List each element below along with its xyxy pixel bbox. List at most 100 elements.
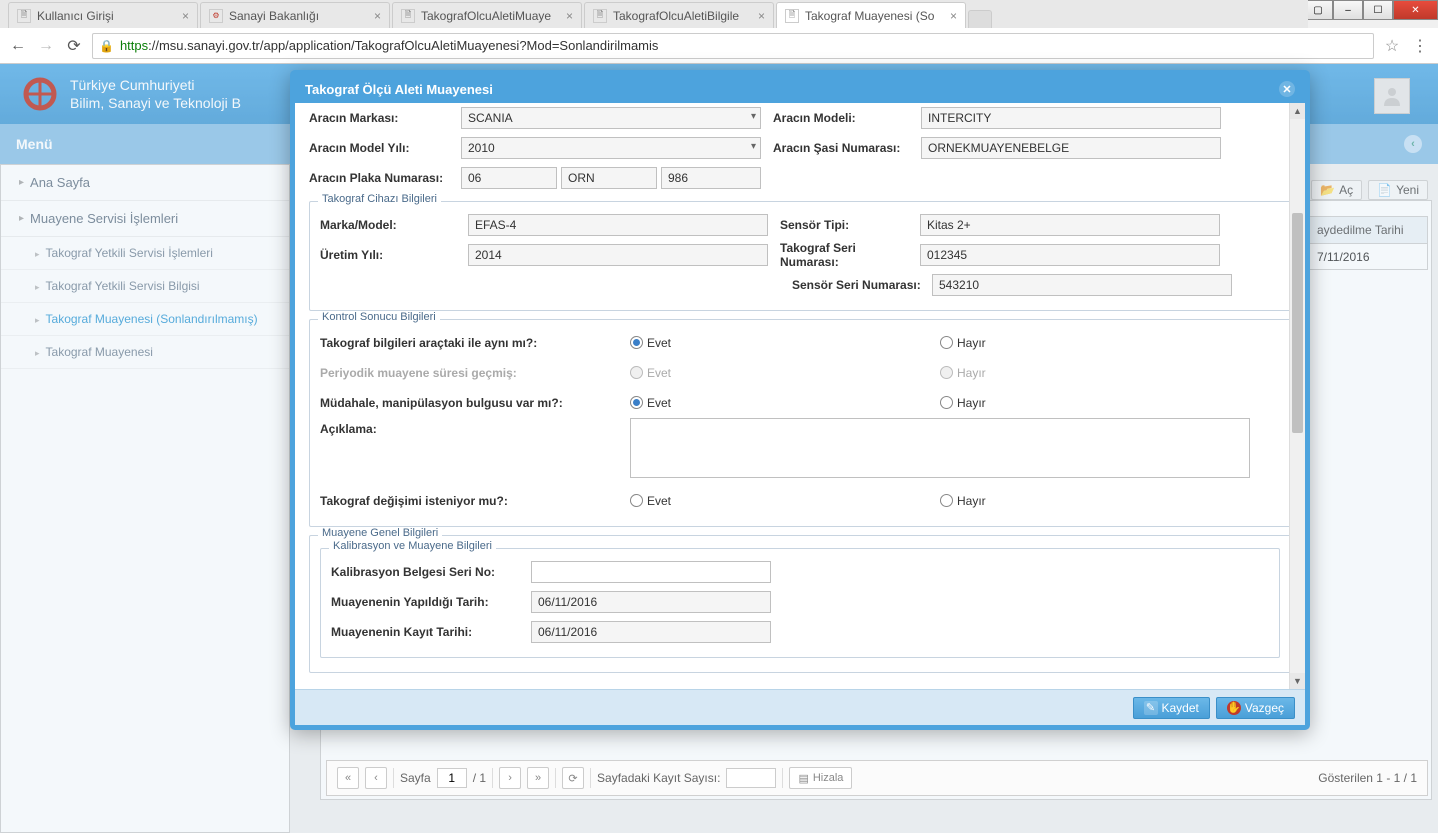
dialog-header[interactable]: Takograf Ölçü Aleti Muayenesi ✕ [295, 75, 1305, 103]
plate-part2-field[interactable]: ORN [561, 167, 657, 189]
back-icon[interactable]: ← [8, 36, 28, 56]
favicon-icon: 🗎 [17, 9, 31, 23]
browser-tab-3[interactable]: 🗎 TakografOlcuAletiBilgile × [584, 2, 774, 28]
favicon-icon: 🗎 [593, 9, 607, 23]
dialog-close-icon[interactable]: ✕ [1279, 81, 1295, 97]
label-tacho-serial: Takograf Seri Numarası: [780, 241, 920, 269]
pager-total: / 1 [473, 771, 486, 785]
inspection-date-field[interactable]: 06/11/2016 [531, 591, 771, 613]
favicon-icon: 🗎 [785, 9, 799, 23]
q4-no-radio[interactable] [940, 494, 953, 507]
fieldset-calibration: Kalibrasyon ve Muayene Bilgileri Kalibra… [320, 548, 1280, 658]
browser-tab-strip: 🗎 Kullanıcı Girişi × ⚙ Sanayi Bakanlığı … [0, 0, 1308, 28]
save-button[interactable]: ✎Kaydet [1133, 697, 1210, 719]
tab-close-icon[interactable]: × [566, 9, 573, 23]
tacho-year-field[interactable]: 2014 [468, 244, 768, 266]
cancel-button[interactable]: ✋Vazgeç [1216, 697, 1295, 719]
lock-icon: 🔒 [99, 39, 114, 53]
reload-icon[interactable]: ⟳ [64, 36, 84, 56]
scroll-thumb[interactable] [1292, 213, 1303, 433]
browser-tab-4[interactable]: 🗎 Takograf Muayenesi (So × [776, 2, 966, 28]
calib-serial-field[interactable] [531, 561, 771, 583]
vehicle-model-field[interactable]: INTERCITY [921, 107, 1221, 129]
q1-yes-radio[interactable] [630, 336, 643, 349]
legend-general: Muayene Genel Bilgileri [318, 527, 442, 539]
q2-yes-label: Evet [647, 366, 671, 380]
legend-tachograph: Takograf Cihazı Bilgileri [318, 193, 441, 205]
vehicle-year-combo[interactable]: 2010 [461, 137, 761, 159]
pager-page-label: Sayfa [400, 771, 431, 785]
browser-toolbar: ← → ⟳ 🔒 https://msu.sanayi.gov.tr/app/ap… [0, 28, 1438, 64]
scroll-up-icon[interactable]: ▲ [1290, 103, 1305, 119]
q4-yes-label: Evet [647, 494, 671, 508]
vehicle-brand-combo[interactable]: SCANIA [461, 107, 761, 129]
pager-refresh-icon[interactable]: ⟳ [562, 767, 584, 789]
q3-no-label: Hayır [957, 396, 986, 410]
label-tacho-year: Üretim Yılı: [320, 248, 468, 262]
tab-label: Sanayi Bakanlığı [229, 9, 370, 23]
q4-yes-radio[interactable] [630, 494, 643, 507]
browser-menu-icon[interactable]: ⋮ [1410, 36, 1430, 56]
label-calib-serial: Kalibrasyon Belgesi Seri No: [331, 565, 531, 579]
q2-yes-radio [630, 366, 643, 379]
label-vehicle-model: Aracın Modeli: [773, 111, 921, 125]
dialog-footer: ✎Kaydet ✋Vazgeç [295, 689, 1305, 725]
pager-first-icon[interactable]: « [337, 767, 359, 789]
label-vehicle-plate: Aracın Plaka Numarası: [309, 171, 461, 185]
new-tab-button[interactable] [968, 10, 992, 28]
q1-yes-label: Evet [647, 336, 671, 350]
q3-label: Müdahale, manipülasyon bulgusu var mı?: [320, 396, 630, 410]
dialog-body: Aracın Markası: SCANIA Aracın Modeli: IN… [295, 103, 1305, 689]
pager-page-input[interactable] [437, 768, 467, 788]
pager-align-button[interactable]: ▤Hizala [789, 767, 852, 789]
label-sensor-type: Sensör Tipi: [780, 218, 920, 232]
label-vehicle-chassis: Aracın Şasi Numarası: [773, 141, 921, 155]
tab-close-icon[interactable]: × [374, 9, 381, 23]
window-maximize-icon[interactable]: ☐ [1363, 0, 1393, 20]
sensor-type-field[interactable]: Kitas 2+ [920, 214, 1220, 236]
tacho-brand-field[interactable]: EFAS-4 [468, 214, 768, 236]
window-minimize-icon[interactable]: – [1333, 0, 1363, 20]
q3-yes-label: Evet [647, 396, 671, 410]
vehicle-chassis-field[interactable]: ORNEKMUAYENEBELGE [921, 137, 1221, 159]
bookmark-icon[interactable]: ☆ [1382, 36, 1402, 56]
tab-close-icon[interactable]: × [758, 9, 765, 23]
save-icon: ✎ [1144, 701, 1158, 715]
browser-tab-2[interactable]: 🗎 TakografOlcuAletiMuaye × [392, 2, 582, 28]
pager-per-combo[interactable] [726, 768, 776, 788]
aciklama-textarea[interactable] [630, 418, 1250, 478]
tab-close-icon[interactable]: × [950, 9, 957, 23]
forward-icon[interactable]: → [36, 36, 56, 56]
fieldset-general: Muayene Genel Bilgileri Kalibrasyon ve M… [309, 535, 1291, 673]
legend-calibration: Kalibrasyon ve Muayene Bilgileri [329, 540, 496, 552]
pager-next-icon[interactable]: › [499, 767, 521, 789]
aciklama-label: Açıklama: [320, 418, 630, 436]
q3-no-radio[interactable] [940, 396, 953, 409]
pager-prev-icon[interactable]: ‹ [365, 767, 387, 789]
favicon-icon: 🗎 [401, 9, 415, 23]
dialog-scrollbar[interactable]: ▲ ▼ [1289, 103, 1305, 689]
record-date-field[interactable]: 06/11/2016 [531, 621, 771, 643]
fieldset-tachograph: Takograf Cihazı Bilgileri Marka/Model: E… [309, 201, 1291, 311]
fieldset-control: Kontrol Sonucu Bilgileri Takograf bilgil… [309, 319, 1291, 527]
browser-tab-1[interactable]: ⚙ Sanayi Bakanlığı × [200, 2, 390, 28]
pager-per-label: Sayfadaki Kayıt Sayısı: [597, 771, 720, 785]
url-input[interactable]: 🔒 https://msu.sanayi.gov.tr/app/applicat… [92, 33, 1374, 59]
label-inspection-date: Muayenenin Yapıldığı Tarih: [331, 595, 531, 609]
scroll-down-icon[interactable]: ▼ [1290, 673, 1305, 689]
q4-no-label: Hayır [957, 494, 986, 508]
q1-no-radio[interactable] [940, 336, 953, 349]
q3-yes-radio[interactable] [630, 396, 643, 409]
window-close-icon[interactable]: ✕ [1393, 0, 1438, 20]
tacho-serial-field[interactable]: 012345 [920, 244, 1220, 266]
q4-label: Takograf değişimi isteniyor mu?: [320, 494, 630, 508]
tab-close-icon[interactable]: × [182, 9, 189, 23]
browser-tab-0[interactable]: 🗎 Kullanıcı Girişi × [8, 2, 198, 28]
label-sensor-serial: Sensör Seri Numarası: [792, 278, 932, 292]
q1-label: Takograf bilgileri araçtaki ile aynı mı?… [320, 336, 630, 350]
sensor-serial-field[interactable]: 543210 [932, 274, 1232, 296]
plate-part3-field[interactable]: 986 [661, 167, 761, 189]
pager-last-icon[interactable]: » [527, 767, 549, 789]
plate-part1-field[interactable]: 06 [461, 167, 557, 189]
stop-icon: ✋ [1227, 701, 1241, 715]
